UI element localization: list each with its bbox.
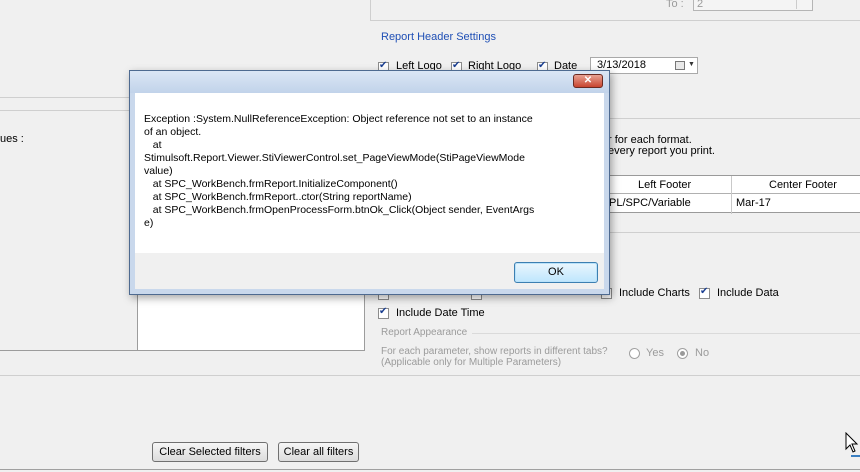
footer-table: Left Footer Center Footer PL/SPC/Variabl…	[605, 175, 860, 214]
to-value: 2	[697, 0, 704, 10]
panel-divider	[370, 20, 860, 21]
spinner-arrows-icon[interactable]	[796, 0, 811, 9]
calendar-icon[interactable]	[675, 61, 685, 70]
message-line: at SPC_WorkBench.frmReport.InitializeCom…	[144, 178, 398, 190]
header-center-footer[interactable]: Center Footer	[769, 179, 837, 191]
yes-radio[interactable]	[629, 348, 640, 359]
clear-all-filters-button[interactable]: Clear all filters	[278, 442, 359, 462]
message-line: at SPC_WorkBench.frmReport..ctor(String …	[144, 191, 412, 203]
section-divider	[0, 375, 370, 376]
left-panel-divider	[0, 97, 130, 98]
mouse-cursor-icon	[845, 432, 859, 453]
dialog-titlebar[interactable]: ✕	[130, 71, 609, 93]
bottom-border	[0, 469, 860, 470]
report-header-settings-label: Report Header Settings	[381, 31, 496, 43]
tabs-question: For each parameter, show reports in diff…	[381, 346, 608, 357]
cell-center-footer[interactable]: Mar-17	[736, 197, 771, 209]
panel-divider	[370, 0, 371, 20]
report-appearance-label: Report Appearance	[381, 327, 468, 338]
values-label: ues :	[0, 133, 24, 145]
column-divider	[731, 176, 732, 214]
message-area: Exception :System.NullReferenceException…	[135, 93, 604, 253]
header-left-footer[interactable]: Left Footer	[638, 179, 691, 191]
message-line: Exception :System.NullReferenceException…	[144, 113, 533, 125]
exception-dialog: ✕ Exception :System.NullReferenceExcepti…	[129, 70, 610, 295]
left-panel-divider	[0, 110, 130, 111]
focus-edge	[851, 455, 860, 457]
message-line: value)	[144, 165, 173, 177]
include-date-time-checkbox[interactable]	[378, 306, 389, 319]
include-data-label: Include Data	[717, 287, 779, 299]
close-button[interactable]: ✕	[573, 74, 603, 88]
to-label: To :	[666, 0, 684, 10]
no-radio[interactable]	[677, 348, 688, 359]
include-charts-label: Include Charts	[619, 287, 690, 299]
chevron-down-icon[interactable]: ▼	[688, 61, 695, 68]
message-line: at	[144, 139, 162, 151]
message-line: at SPC_WorkBench.frmOpenProcessForm.btnO…	[144, 204, 535, 216]
ok-button[interactable]: OK	[514, 262, 598, 283]
yes-label: Yes	[646, 347, 664, 359]
clear-selected-filters-button[interactable]: Clear Selected filters	[152, 442, 268, 462]
left-panel-divider	[0, 350, 137, 351]
tabs-note: (Applicable only for Multiple Parameters…	[381, 357, 562, 368]
footer-hint-line2: every report you print.	[608, 145, 715, 157]
include-date-time-label: Include Date Time	[396, 307, 485, 319]
section-divider	[370, 375, 860, 376]
group-line	[472, 333, 860, 334]
values-listbox[interactable]	[137, 294, 365, 351]
cell-left-footer[interactable]: PL/SPC/Variable	[609, 197, 691, 209]
message-line: e)	[144, 217, 154, 229]
message-line: of an object.	[144, 126, 202, 138]
no-label: No	[695, 347, 710, 359]
include-data-checkbox[interactable]	[699, 286, 710, 299]
dialog-client: Exception :System.NullReferenceException…	[135, 93, 604, 289]
message-line: Stimulsoft.Report.Viewer.StiViewerContro…	[144, 152, 525, 164]
close-icon: ✕	[583, 75, 593, 86]
to-spinner[interactable]: 2	[693, 0, 813, 11]
